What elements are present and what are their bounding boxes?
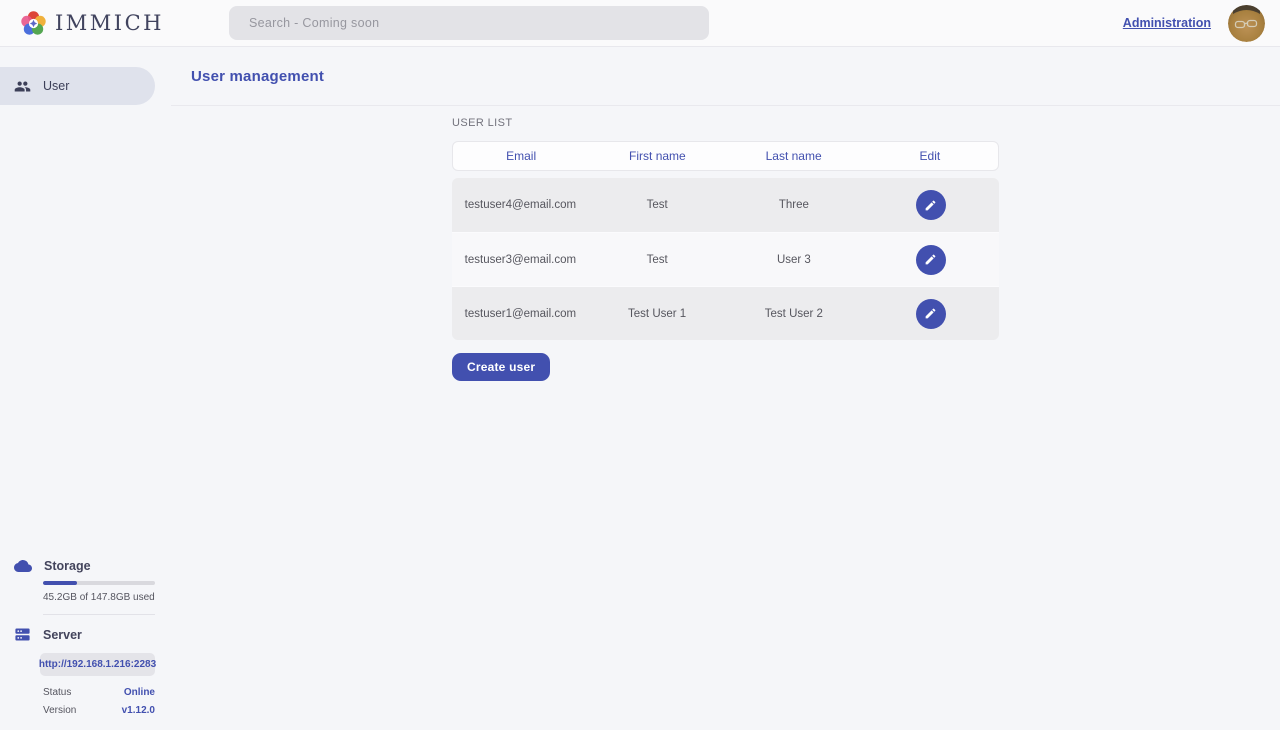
sidebar-item-user[interactable]: User bbox=[0, 67, 155, 105]
column-header-first-name: First name bbox=[589, 149, 725, 163]
search-input[interactable] bbox=[229, 6, 709, 40]
user-table-header: Email First name Last name Edit bbox=[452, 141, 999, 171]
server-status-row: Status Online bbox=[43, 687, 155, 698]
pencil-icon bbox=[924, 199, 937, 212]
edit-user-button[interactable] bbox=[916, 245, 946, 275]
brand[interactable]: IMMICH bbox=[20, 10, 164, 37]
version-value: v1.12.0 bbox=[122, 705, 155, 716]
storage-title: Storage bbox=[44, 559, 91, 573]
storage-section-header: Storage bbox=[14, 559, 155, 573]
main-content: User management USER LIST Email First na… bbox=[171, 47, 1280, 730]
server-icon bbox=[14, 626, 31, 643]
administration-link[interactable]: Administration bbox=[1123, 16, 1211, 30]
pencil-icon bbox=[924, 307, 937, 320]
user-list-label: USER LIST bbox=[452, 117, 999, 129]
edit-user-button[interactable] bbox=[916, 299, 946, 329]
server-version-row: Version v1.12.0 bbox=[43, 705, 155, 716]
cell-last-name: User 3 bbox=[726, 254, 863, 266]
server-section-header: Server bbox=[14, 626, 155, 643]
table-row: testuser1@email.com Test User 1 Test Use… bbox=[452, 286, 999, 340]
cloud-icon bbox=[14, 559, 32, 573]
users-group-icon bbox=[14, 78, 31, 95]
sidebar: User Storage 45.2GB of 147.8GB used bbox=[0, 47, 171, 730]
immich-logo-icon bbox=[20, 10, 47, 37]
status-value: Online bbox=[124, 687, 155, 698]
page-header: User management bbox=[171, 47, 1280, 106]
sidebar-divider bbox=[43, 614, 155, 615]
pencil-icon bbox=[924, 253, 937, 266]
cell-first-name: Test User 1 bbox=[589, 308, 726, 320]
table-row: testuser4@email.com Test Three bbox=[452, 178, 999, 232]
column-header-last-name: Last name bbox=[726, 149, 862, 163]
cell-last-name: Three bbox=[726, 199, 863, 211]
cell-email: testuser1@email.com bbox=[452, 308, 589, 320]
server-title: Server bbox=[43, 628, 82, 642]
cell-email: testuser4@email.com bbox=[452, 199, 589, 211]
create-user-button[interactable]: Create user bbox=[452, 353, 550, 381]
server-url-badge: http://192.168.1.216:2283 bbox=[40, 653, 155, 676]
top-navbar: IMMICH Administration bbox=[0, 0, 1280, 47]
table-row: testuser3@email.com Test User 3 bbox=[452, 232, 999, 286]
column-header-edit: Edit bbox=[862, 149, 998, 163]
sidebar-footer: Storage 45.2GB of 147.8GB used bbox=[0, 559, 171, 730]
version-label: Version bbox=[43, 705, 76, 716]
user-avatar[interactable] bbox=[1228, 5, 1265, 42]
edit-user-button[interactable] bbox=[916, 190, 946, 220]
sidebar-item-user-label: User bbox=[43, 79, 69, 93]
brand-name: IMMICH bbox=[55, 11, 164, 35]
search-bar bbox=[229, 6, 709, 40]
column-header-email: Email bbox=[453, 149, 589, 163]
cell-last-name: Test User 2 bbox=[726, 308, 863, 320]
cell-first-name: Test bbox=[589, 199, 726, 211]
cell-email: testuser3@email.com bbox=[452, 254, 589, 266]
storage-usage-text: 45.2GB of 147.8GB used bbox=[43, 592, 155, 603]
storage-progress-bar bbox=[43, 581, 155, 585]
status-label: Status bbox=[43, 687, 71, 698]
user-table-body: testuser4@email.com Test Three bbox=[452, 178, 999, 340]
storage-progress-fill bbox=[43, 581, 77, 585]
cell-first-name: Test bbox=[589, 254, 726, 266]
page-title: User management bbox=[191, 68, 324, 85]
